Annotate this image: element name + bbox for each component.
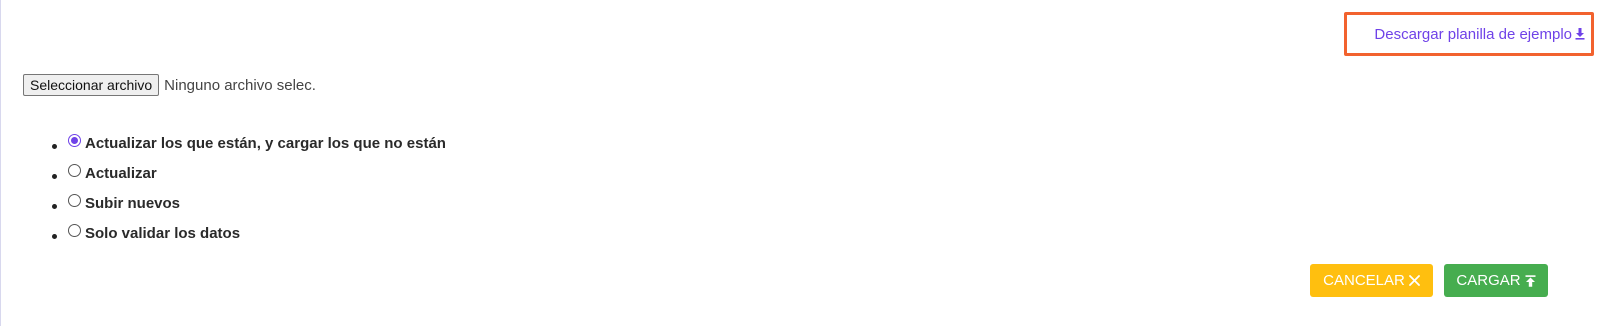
download-icon	[1575, 28, 1585, 40]
close-icon	[1408, 275, 1420, 286]
radio-update[interactable]	[68, 164, 81, 177]
radio-upload-new[interactable]	[68, 194, 81, 207]
radio-validate-only[interactable]	[68, 224, 81, 237]
file-picker: Seleccionar archivo Ninguno archivo sele…	[23, 74, 316, 96]
upload-button[interactable]: CARGAR	[1444, 264, 1548, 297]
option-label: Actualizar los que están, y cargar los q…	[85, 135, 446, 152]
upload-icon	[1525, 274, 1536, 287]
list-bullet	[52, 234, 57, 239]
download-sample-label: Descargar planilla de ejemplo	[1374, 25, 1572, 43]
file-status-text: Ninguno archivo selec.	[164, 76, 316, 94]
cancel-button[interactable]: CANCELAR	[1310, 264, 1433, 297]
download-sample-link[interactable]: Descargar planilla de ejemplo	[1344, 12, 1594, 56]
import-panel: Descargar planilla de ejemplo Selecciona…	[0, 0, 1601, 326]
cancel-button-label: CANCELAR	[1323, 272, 1405, 289]
list-bullet	[52, 144, 57, 149]
option-label: Actualizar	[85, 165, 157, 182]
radio-update-and-load[interactable]	[68, 134, 81, 147]
option-label: Solo validar los datos	[85, 225, 241, 242]
option-label: Subir nuevos	[85, 195, 181, 212]
select-file-button[interactable]: Seleccionar archivo	[23, 74, 160, 96]
list-bullet	[52, 204, 57, 209]
upload-button-label: CARGAR	[1456, 272, 1521, 289]
list-bullet	[52, 174, 57, 179]
